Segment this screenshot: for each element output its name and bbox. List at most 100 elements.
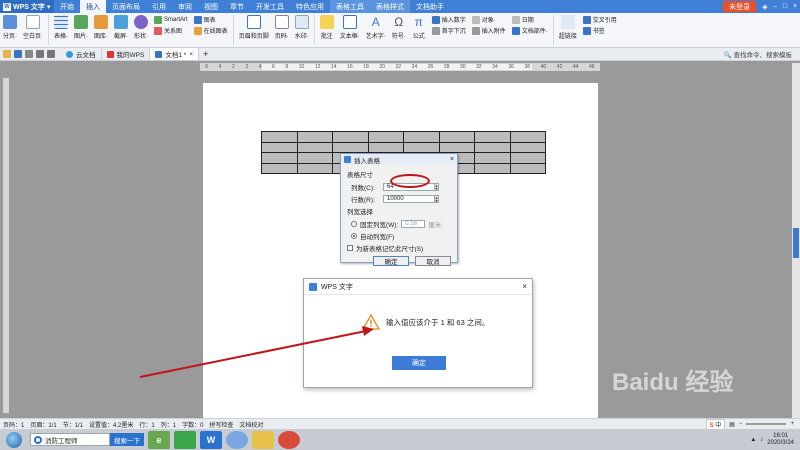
network-icon[interactable]: ▲ bbox=[750, 437, 756, 443]
menu-page-layout[interactable]: 页面布局 bbox=[106, 0, 146, 13]
table-cell[interactable] bbox=[296, 152, 333, 164]
table-cell[interactable] bbox=[332, 131, 369, 143]
table-cell[interactable] bbox=[296, 162, 333, 174]
menu-view[interactable]: 视图 bbox=[198, 0, 224, 13]
volume-icon[interactable]: ♪ bbox=[760, 437, 763, 443]
wps-app-icon[interactable]: W bbox=[200, 430, 222, 449]
table-cell[interactable] bbox=[509, 152, 546, 164]
table-cell[interactable] bbox=[367, 141, 404, 153]
new-tab-icon[interactable]: + bbox=[203, 49, 208, 59]
view-mode-icon[interactable]: ▤ bbox=[729, 421, 735, 428]
screenshot-button[interactable]: 截屏· bbox=[114, 15, 128, 40]
explorer-app-icon[interactable] bbox=[252, 430, 274, 449]
formula-button[interactable]: π 公式 bbox=[412, 15, 426, 40]
scrollbar-thumb[interactable] bbox=[793, 228, 799, 258]
ok-button[interactable]: 确定 bbox=[373, 256, 409, 266]
status-proofread[interactable]: 文档校对 bbox=[239, 420, 263, 429]
menu-table-tools[interactable]: 表格工具 bbox=[330, 0, 370, 13]
save-icon[interactable] bbox=[14, 50, 22, 58]
table-cell[interactable] bbox=[261, 141, 298, 153]
table-cell[interactable] bbox=[438, 131, 475, 143]
alert-ok-button[interactable]: 确定 bbox=[392, 356, 446, 370]
table-cell[interactable] bbox=[367, 131, 404, 143]
table-cell[interactable] bbox=[474, 131, 511, 143]
table-cell[interactable] bbox=[403, 141, 440, 153]
page-number-button[interactable]: 页码· bbox=[274, 15, 289, 40]
taskbar-search-button[interactable]: 搜索一下 bbox=[110, 433, 144, 446]
relation-chart-button[interactable]: 关系图 bbox=[154, 26, 188, 35]
cloud-app-icon[interactable] bbox=[226, 430, 248, 449]
table-cell[interactable] bbox=[332, 141, 369, 153]
cross-reference-button[interactable]: 交叉引用 bbox=[582, 15, 617, 24]
app-menu-button[interactable]: W WPS 文字 ▾ bbox=[0, 0, 54, 13]
undo-icon[interactable] bbox=[36, 50, 44, 58]
open-icon[interactable] bbox=[3, 50, 11, 58]
table-cell[interactable] bbox=[296, 141, 333, 153]
watermark-button[interactable]: 水印· bbox=[294, 15, 309, 40]
page-break-button[interactable]: 分页· bbox=[3, 15, 17, 40]
date-button[interactable]: 日期 bbox=[511, 15, 548, 24]
start-button[interactable] bbox=[6, 431, 22, 448]
close-icon[interactable]: × bbox=[790, 3, 800, 10]
menu-review[interactable]: 审阅 bbox=[172, 0, 198, 13]
blank-page-button[interactable]: 空白页· bbox=[23, 15, 43, 40]
picture-button[interactable]: 图片· bbox=[74, 15, 88, 40]
menu-features[interactable]: 特色应用 bbox=[290, 0, 330, 13]
remember-size-checkbox[interactable] bbox=[347, 244, 353, 251]
status-word-count[interactable]: 字数：0 bbox=[182, 420, 203, 429]
shape-button[interactable]: 形状· bbox=[134, 15, 148, 40]
header-footer-button[interactable]: 页眉和页脚 bbox=[239, 15, 269, 40]
table-cell[interactable] bbox=[509, 162, 546, 174]
table-cell[interactable] bbox=[509, 141, 546, 153]
tab-my-wps[interactable]: 我的WPS bbox=[102, 48, 151, 60]
doc-parts-button[interactable]: 文档部件· bbox=[511, 26, 548, 35]
zoom-slider[interactable] bbox=[746, 423, 787, 425]
maximize-icon[interactable]: □ bbox=[780, 3, 790, 10]
unit-select[interactable]: 厘米· bbox=[428, 219, 443, 229]
bookmark-button[interactable]: 书签 bbox=[582, 26, 617, 35]
drop-cap-button[interactable]: 首字下沉 bbox=[431, 26, 466, 35]
media-app-icon[interactable] bbox=[278, 430, 300, 449]
cancel-button[interactable]: 取消 bbox=[415, 256, 451, 266]
insert-attachment-button[interactable]: 插入附件 bbox=[471, 26, 506, 35]
table-cell[interactable] bbox=[261, 162, 298, 174]
fixed-width-radio[interactable] bbox=[351, 220, 357, 227]
table-button[interactable]: 表格· bbox=[54, 15, 68, 40]
menu-table-style[interactable]: 表格样式 bbox=[370, 0, 410, 13]
print-icon[interactable] bbox=[25, 50, 33, 58]
zoom-in-icon[interactable]: + bbox=[790, 421, 794, 427]
skin-icon[interactable]: ◈ bbox=[760, 3, 770, 11]
taskbar-search-input[interactable]: 消防工程师 bbox=[30, 433, 110, 446]
menu-developer[interactable]: 开发工具 bbox=[250, 0, 290, 13]
online-chart-button[interactable]: 在线图表 bbox=[193, 26, 228, 35]
smartart-button[interactable]: SmartArt bbox=[154, 15, 188, 24]
gallery-button[interactable]: 图库· bbox=[94, 15, 108, 40]
table-cell[interactable] bbox=[261, 152, 298, 164]
wordart-button[interactable]: A 艺术字· bbox=[366, 15, 386, 40]
table-cell[interactable] bbox=[474, 152, 511, 164]
insert-number-button[interactable]: 插入数字 bbox=[431, 15, 466, 24]
redo-icon[interactable] bbox=[47, 50, 55, 58]
table-cell[interactable] bbox=[403, 131, 440, 143]
symbol-button[interactable]: Ω 符号· bbox=[392, 15, 406, 40]
minimize-icon[interactable]: – bbox=[770, 3, 780, 10]
table-cell[interactable] bbox=[474, 162, 511, 174]
table-cell[interactable] bbox=[509, 131, 546, 143]
green-app-icon[interactable] bbox=[174, 430, 196, 449]
fixed-width-input[interactable]: 0.16 bbox=[401, 219, 426, 228]
table-cell[interactable] bbox=[474, 141, 511, 153]
auto-width-radio[interactable] bbox=[351, 232, 357, 239]
menu-doc-assistant[interactable]: 文档助手 bbox=[410, 0, 450, 13]
table-cell[interactable] bbox=[261, 131, 298, 143]
cols-stepper[interactable]: ▴ ▾ bbox=[434, 182, 439, 191]
table-cell[interactable] bbox=[438, 141, 475, 153]
command-search[interactable]: 🔍 查找命令、搜索模板 bbox=[724, 49, 792, 59]
tab-document1[interactable]: 文档1 * × bbox=[150, 48, 200, 60]
menu-home[interactable]: 开始 bbox=[54, 0, 80, 13]
table-cell[interactable] bbox=[296, 131, 333, 143]
chart-button[interactable]: 图表 bbox=[193, 15, 228, 24]
zoom-out-icon[interactable]: − bbox=[739, 421, 743, 427]
menu-section[interactable]: 章节 bbox=[224, 0, 250, 13]
status-spellcheck[interactable]: 拼写检查 bbox=[209, 420, 233, 429]
close-icon[interactable]: × bbox=[522, 282, 527, 291]
